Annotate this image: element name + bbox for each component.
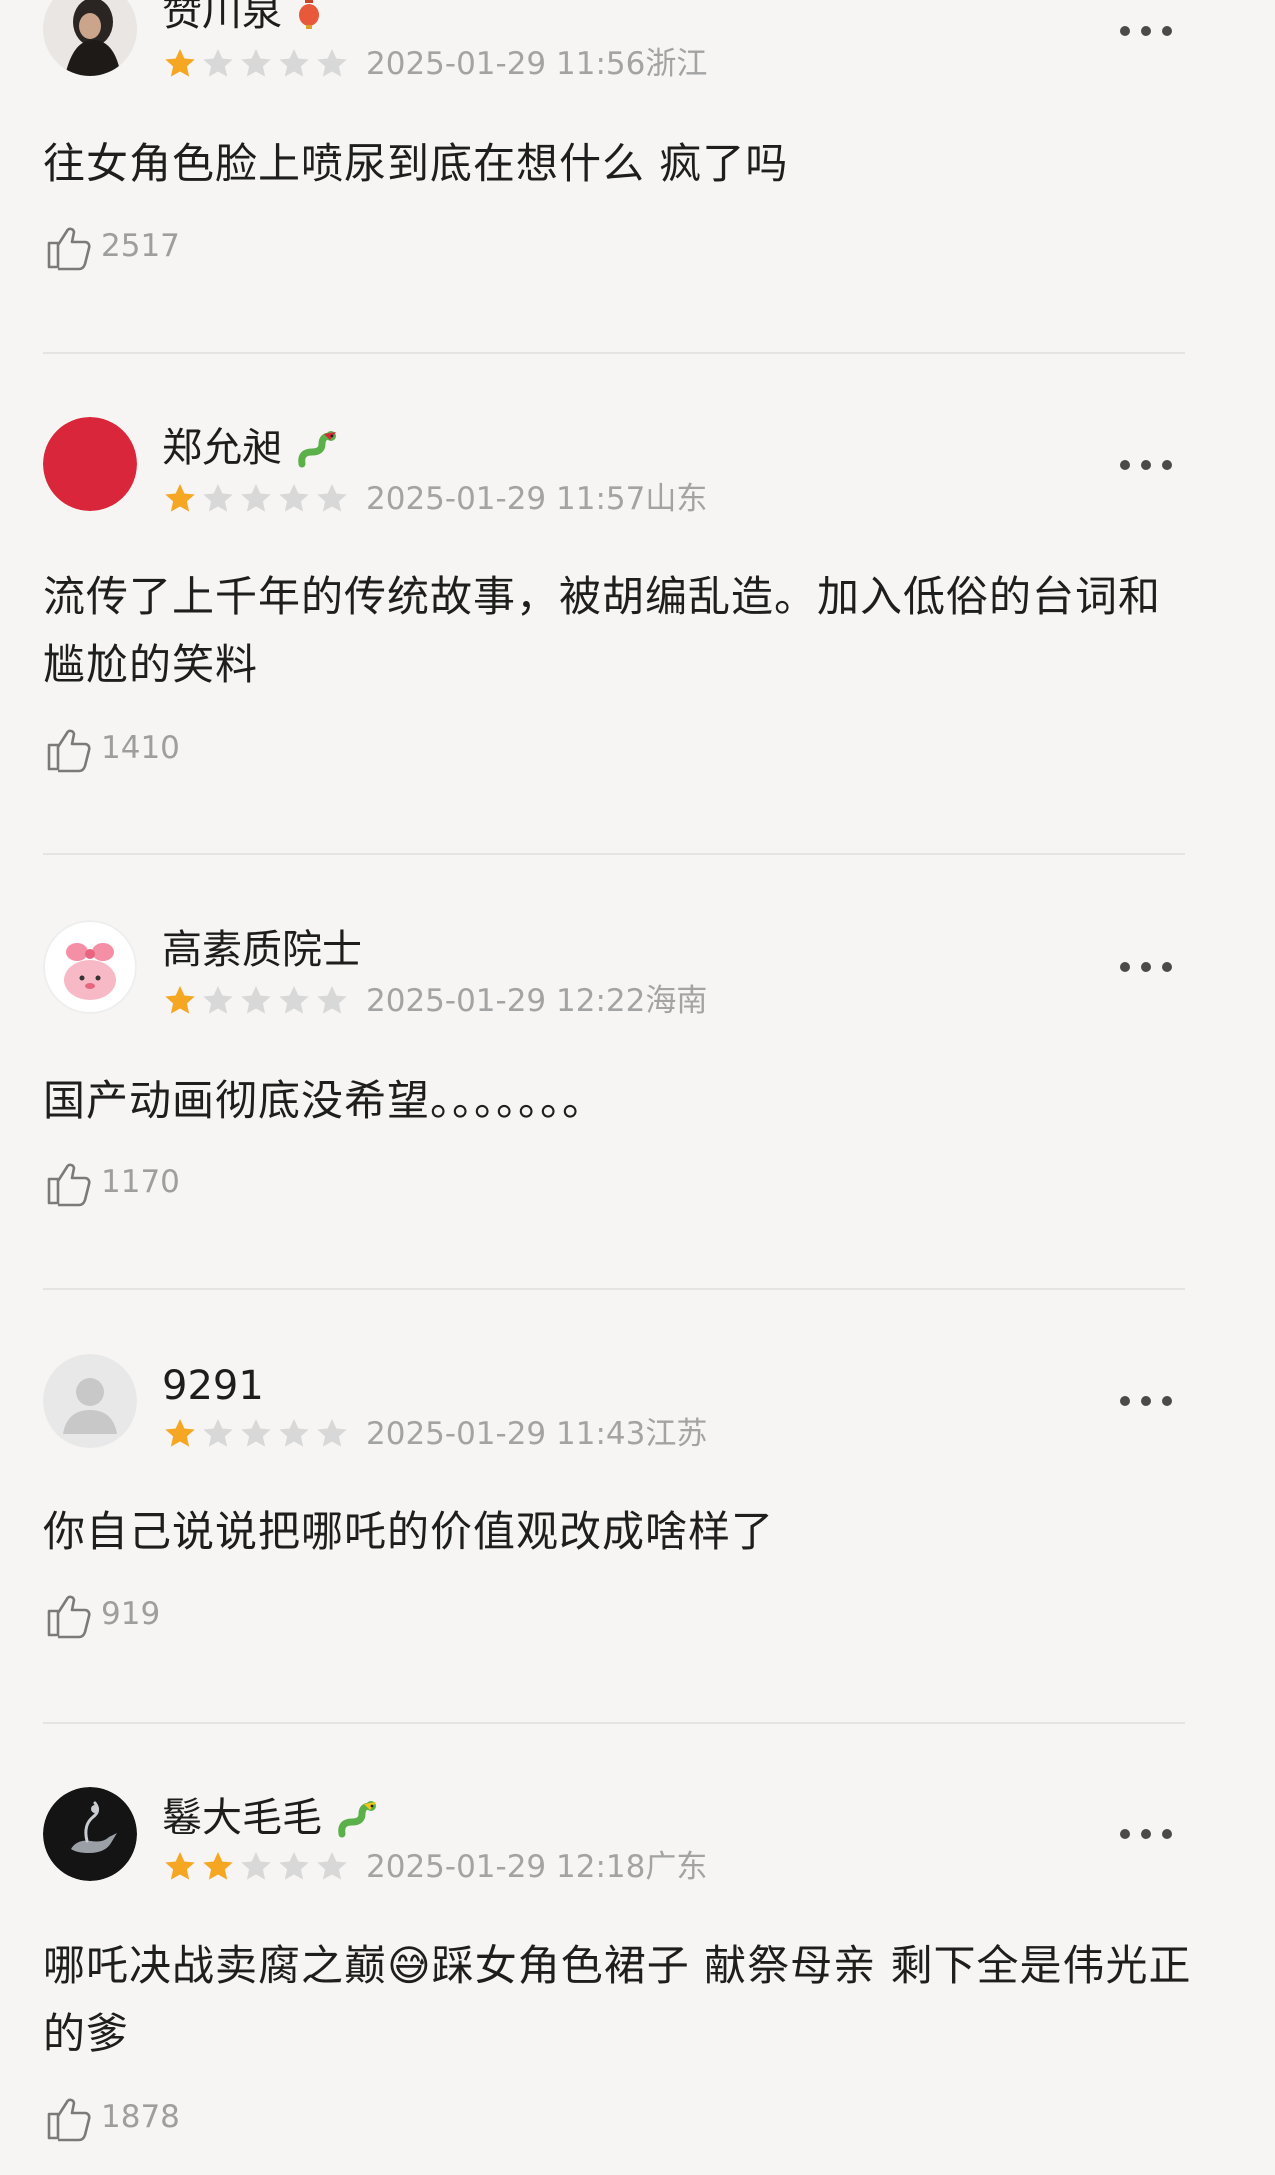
thumbs-up-icon xyxy=(47,729,91,773)
comment-meta: 2025-01-29 12:22 海南 xyxy=(162,981,707,1021)
comment-text: 你自己说说把哪吒的价值观改成啥样了 xyxy=(43,1507,775,1556)
pink-cartoon-avatar-icon xyxy=(43,920,137,1014)
star-rating xyxy=(162,1849,350,1885)
comment-date: 2025-01-29 11:57 xyxy=(366,481,646,517)
more-options-button[interactable] xyxy=(1120,450,1172,480)
star-empty-icon xyxy=(241,49,271,77)
username[interactable]: 郑允昶 xyxy=(162,425,282,471)
divider xyxy=(43,352,1185,354)
star-empty-icon xyxy=(203,986,233,1014)
more-options-button[interactable] xyxy=(1120,1386,1172,1416)
star-filled-icon xyxy=(165,49,195,77)
comment-date: 2025-01-29 12:22 xyxy=(366,983,646,1019)
user-avatar[interactable] xyxy=(43,417,137,511)
thumbs-up-icon xyxy=(47,227,91,271)
comment-date: 2025-01-29 11:43 xyxy=(366,1416,646,1452)
divider xyxy=(43,1288,1185,1290)
comment-location: 广东 xyxy=(645,1849,708,1885)
star-empty-icon xyxy=(317,1419,347,1447)
thumbs-up-icon xyxy=(47,1163,91,1207)
like-button[interactable]: 919 xyxy=(43,1586,160,1642)
snake-badge-icon xyxy=(336,1800,380,1840)
divider xyxy=(43,1722,1185,1724)
comment-location: 海南 xyxy=(645,983,708,1019)
like-count: 1410 xyxy=(101,730,180,766)
star-filled-icon xyxy=(165,484,195,512)
comment-text: 流传了上千年的传统故事，被胡编乱造。加入低俗的台词和尴尬的笑料 xyxy=(43,572,1162,689)
comment-meta: 2025-01-29 11:56 浙江 xyxy=(162,44,707,84)
star-empty-icon xyxy=(241,986,271,1014)
user-avatar[interactable] xyxy=(43,1787,137,1881)
comment-meta: 2025-01-29 11:43 江苏 xyxy=(162,1414,707,1454)
star-empty-icon xyxy=(317,484,347,512)
user-avatar[interactable] xyxy=(43,0,137,76)
like-count: 919 xyxy=(101,1596,161,1632)
like-button[interactable]: 1410 xyxy=(43,720,180,776)
star-empty-icon xyxy=(279,1419,309,1447)
user-avatar[interactable] xyxy=(43,920,137,1014)
like-count: 1878 xyxy=(101,2099,180,2135)
star-empty-icon xyxy=(317,1852,347,1880)
username[interactable]: 高素质院士 xyxy=(162,927,362,973)
star-filled-icon xyxy=(203,1852,233,1880)
like-button[interactable]: 1878 xyxy=(43,2089,180,2145)
comment-date: 2025-01-29 12:18 xyxy=(366,1849,646,1885)
star-filled-icon xyxy=(165,1419,195,1447)
comment-location: 江苏 xyxy=(645,1416,708,1452)
thumbs-up-icon xyxy=(47,2098,91,2142)
username[interactable]: 鬈大毛毛 xyxy=(162,1795,322,1841)
more-options-button[interactable] xyxy=(1120,952,1172,982)
comment-feed: 赞川泉 2025-01-29 11:56 浙江 往女角色脸上喷尿到底在想什么 疯… xyxy=(0,0,1275,2175)
default-user-avatar-icon xyxy=(43,1354,137,1448)
username[interactable]: 9291 xyxy=(162,1363,264,1409)
star-empty-icon xyxy=(279,986,309,1014)
star-rating xyxy=(162,481,350,517)
star-empty-icon xyxy=(203,1419,233,1447)
dark-genie-lamp-avatar-icon xyxy=(43,1787,137,1881)
comment-location: 浙江 xyxy=(645,46,708,82)
star-filled-icon xyxy=(165,986,195,1014)
star-empty-icon xyxy=(279,484,309,512)
star-rating xyxy=(162,46,350,82)
star-empty-icon xyxy=(241,1852,271,1880)
star-empty-icon xyxy=(203,484,233,512)
star-rating xyxy=(162,983,350,1019)
comment-text: 往女角色脸上喷尿到底在想什么 疯了吗 xyxy=(43,139,789,188)
more-options-button[interactable] xyxy=(1120,16,1172,46)
comment-text: 哪吒决战卖腐之巅😅踩女角色裙子 献祭母亲 剩下全是伟光正的爹 xyxy=(43,1941,1192,2058)
like-button[interactable]: 1170 xyxy=(43,1154,180,1210)
star-empty-icon xyxy=(241,1419,271,1447)
star-empty-icon xyxy=(317,986,347,1014)
star-empty-icon xyxy=(279,49,309,77)
star-empty-icon xyxy=(241,484,271,512)
like-button[interactable]: 2517 xyxy=(43,218,180,274)
dark-portrait-avatar-icon xyxy=(43,0,137,76)
thumbs-up-icon xyxy=(47,1595,91,1639)
star-empty-icon xyxy=(317,49,347,77)
more-options-button[interactable] xyxy=(1120,1819,1172,1849)
comment-text: 国产动画彻底没希望。。。。。。。 xyxy=(43,1076,606,1125)
comment-meta: 2025-01-29 11:57 山东 xyxy=(162,479,707,519)
divider xyxy=(43,853,1185,855)
comment-date: 2025-01-29 11:56 xyxy=(366,46,646,82)
snake-badge-icon xyxy=(296,430,340,470)
red-lantern-badge-icon xyxy=(296,0,322,29)
username[interactable]: 赞川泉 xyxy=(162,0,282,35)
like-count: 1170 xyxy=(101,1164,180,1200)
star-empty-icon xyxy=(203,49,233,77)
star-rating xyxy=(162,1416,350,1452)
star-filled-icon xyxy=(165,1852,195,1880)
star-empty-icon xyxy=(279,1852,309,1880)
comment-meta: 2025-01-29 12:18 广东 xyxy=(162,1847,707,1887)
like-count: 2517 xyxy=(101,228,180,264)
red-circle-avatar-icon xyxy=(43,417,137,511)
user-avatar[interactable] xyxy=(43,1354,137,1448)
comment-location: 山东 xyxy=(645,481,708,517)
